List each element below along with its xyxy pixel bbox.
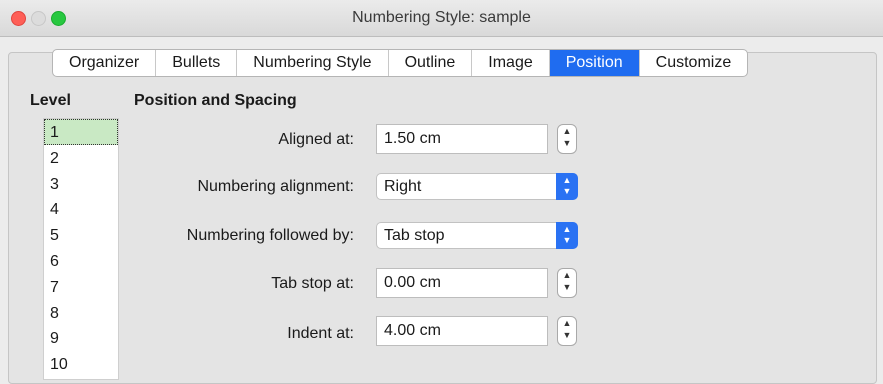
section-title: Position and Spacing <box>134 92 297 109</box>
tab-bar: Organizer Bullets Numbering Style Outlin… <box>52 49 749 77</box>
level-item-2[interactable]: 2 <box>44 145 118 171</box>
stepper-down-icon[interactable]: ▼ <box>558 137 576 149</box>
window-title: Numbering Style: sample <box>352 9 531 26</box>
level-heading: Level <box>30 92 71 109</box>
numbering-followed-by-label: Numbering followed by: <box>186 227 354 244</box>
level-item-6[interactable]: 6 <box>44 248 118 274</box>
aligned-at-label: Aligned at: <box>278 131 354 148</box>
tab-numbering-style[interactable]: Numbering Style <box>237 50 389 76</box>
level-item-5[interactable]: 5 <box>44 222 118 248</box>
numbering-alignment-label: Numbering alignment: <box>197 178 354 195</box>
numbering-alignment-select[interactable]: Right ▲ ▼ <box>376 173 578 200</box>
level-item-1[interactable]: 1 <box>44 119 118 145</box>
chevron-updown-icon: ▲ ▼ <box>556 222 578 249</box>
tab-position[interactable]: Position <box>549 50 640 76</box>
indent-at-field[interactable]: 4.00 cm <box>376 316 548 346</box>
aligned-at-stepper[interactable]: ▲ ▼ <box>557 124 577 154</box>
tab-image[interactable]: Image <box>472 50 550 76</box>
chevron-updown-icon: ▲ ▼ <box>556 173 578 200</box>
tab-bullets[interactable]: Bullets <box>156 50 238 76</box>
tab-customize[interactable]: Customize <box>640 50 748 76</box>
tab-stop-at-stepper[interactable]: ▲ ▼ <box>557 268 577 298</box>
level-list[interactable]: 1 2 3 4 5 6 7 8 9 10 <box>43 118 119 380</box>
stepper-down-icon[interactable]: ▼ <box>558 281 576 293</box>
tab-stop-at-label: Tab stop at: <box>271 275 354 292</box>
level-item-4[interactable]: 4 <box>44 196 118 222</box>
stepper-up-icon[interactable]: ▲ <box>558 125 576 137</box>
tab-outline[interactable]: Outline <box>389 50 473 76</box>
numbering-alignment-value: Right <box>384 178 422 195</box>
numbering-followed-by-value: Tab stop <box>384 227 445 244</box>
level-item-9[interactable]: 9 <box>44 325 118 351</box>
indent-at-stepper[interactable]: ▲ ▼ <box>557 316 577 346</box>
level-item-3[interactable]: 3 <box>44 171 118 197</box>
aligned-at-field[interactable]: 1.50 cm <box>376 124 548 154</box>
numbering-followed-by-select[interactable]: Tab stop ▲ ▼ <box>376 222 578 249</box>
title-bar: Numbering Style: sample <box>0 0 883 37</box>
stepper-up-icon[interactable]: ▲ <box>558 269 576 281</box>
stepper-up-icon[interactable]: ▲ <box>558 317 576 329</box>
level-item-7[interactable]: 7 <box>44 274 118 300</box>
indent-at-label: Indent at: <box>287 325 354 342</box>
stepper-down-icon[interactable]: ▼ <box>558 329 576 341</box>
tab-stop-at-field[interactable]: 0.00 cm <box>376 268 548 298</box>
level-item-10[interactable]: 10 <box>44 351 118 377</box>
tab-organizer[interactable]: Organizer <box>53 50 157 76</box>
level-item-8[interactable]: 8 <box>44 300 118 326</box>
